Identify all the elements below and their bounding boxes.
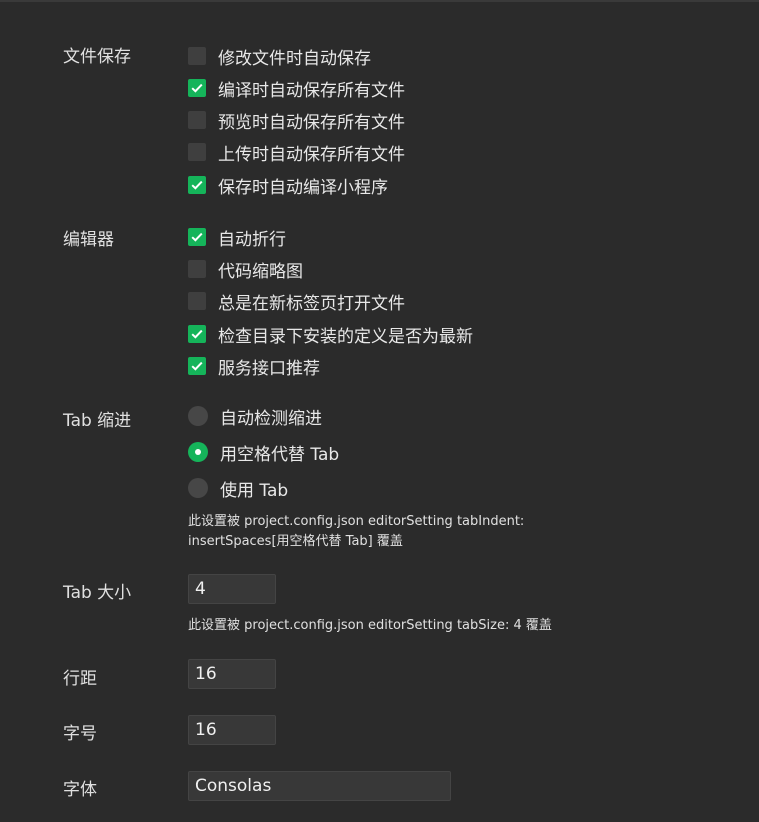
checkmark-icon: [188, 176, 206, 194]
tab-indent-override-note: 此设置被 project.config.json editorSetting t…: [188, 512, 548, 552]
checkmark-icon: [188, 357, 206, 375]
radio-use-tab[interactable]: 使用 Tab: [188, 476, 289, 501]
checkbox-label: 上传时自动保存所有文件: [218, 144, 405, 165]
editor-label: 编辑器: [63, 230, 114, 250]
checkbox-label: 编译时自动保存所有文件: [218, 80, 405, 101]
checkbox-label: 总是在新标签页打开文件: [218, 293, 405, 314]
checkbox-icon: [188, 47, 206, 65]
tab-indent-label: Tab 缩进: [63, 411, 132, 431]
checkbox-word-wrap[interactable]: 自动折行: [188, 225, 286, 250]
checkbox-label: 预览时自动保存所有文件: [218, 112, 405, 133]
radio-label: 自动检测缩进: [220, 408, 322, 429]
radio-icon: [188, 406, 208, 426]
checkbox-label: 服务接口推荐: [218, 358, 320, 379]
radio-spaces-instead-of-tab[interactable]: 用空格代替 Tab: [188, 440, 340, 465]
note-line: insertSpaces[用空格代替 Tab] 覆盖: [188, 534, 403, 549]
checkbox-api-recommend[interactable]: 服务接口推荐: [188, 354, 320, 379]
checkbox-open-in-new-tab[interactable]: 总是在新标签页打开文件: [188, 289, 405, 314]
font-size-input[interactable]: [188, 715, 276, 745]
file-save-label: 文件保存: [63, 47, 131, 67]
font-family-label: 字体: [63, 780, 97, 800]
radio-auto-detect-indent[interactable]: 自动检测缩进: [188, 404, 322, 429]
checkbox-icon: [188, 111, 206, 129]
line-height-label: 行距: [63, 669, 97, 689]
note-line: 此设置被 project.config.json editorSetting t…: [188, 514, 525, 529]
checkbox-label: 检查目录下安装的定义是否为最新: [218, 326, 473, 347]
checkbox-icon: [188, 143, 206, 161]
line-height-input[interactable]: [188, 659, 276, 689]
tab-size-label: Tab 大小: [63, 583, 132, 603]
tab-size-input[interactable]: [188, 574, 276, 604]
checkbox-minimap[interactable]: 代码缩略图: [188, 257, 303, 282]
checkbox-icon: [188, 260, 206, 278]
checkbox-save-on-upload[interactable]: 上传时自动保存所有文件: [188, 140, 405, 165]
radio-dot-icon: [195, 449, 201, 455]
checkmark-icon: [188, 325, 206, 343]
checkbox-compile-on-save[interactable]: 保存时自动编译小程序: [188, 173, 388, 198]
checkbox-icon: [188, 292, 206, 310]
radio-label: 用空格代替 Tab: [220, 444, 340, 465]
checkmark-icon: [188, 79, 206, 97]
font-size-label: 字号: [63, 724, 97, 744]
checkbox-check-typings-latest[interactable]: 检查目录下安装的定义是否为最新: [188, 322, 473, 347]
checkbox-label: 保存时自动编译小程序: [218, 177, 388, 198]
checkbox-save-on-compile[interactable]: 编译时自动保存所有文件: [188, 76, 405, 101]
radio-label: 使用 Tab: [220, 480, 289, 501]
radio-icon: [188, 478, 208, 498]
tab-size-override-note: 此设置被 project.config.json editorSetting t…: [188, 618, 552, 633]
font-family-input[interactable]: [188, 771, 451, 801]
radio-selected-icon: [188, 442, 208, 462]
checkbox-label: 修改文件时自动保存: [218, 48, 371, 69]
checkmark-icon: [188, 228, 206, 246]
checkbox-label: 代码缩略图: [218, 261, 303, 282]
checkbox-label: 自动折行: [218, 229, 286, 250]
checkbox-autosave-on-modify[interactable]: 修改文件时自动保存: [188, 44, 371, 69]
checkbox-save-on-preview[interactable]: 预览时自动保存所有文件: [188, 108, 405, 133]
